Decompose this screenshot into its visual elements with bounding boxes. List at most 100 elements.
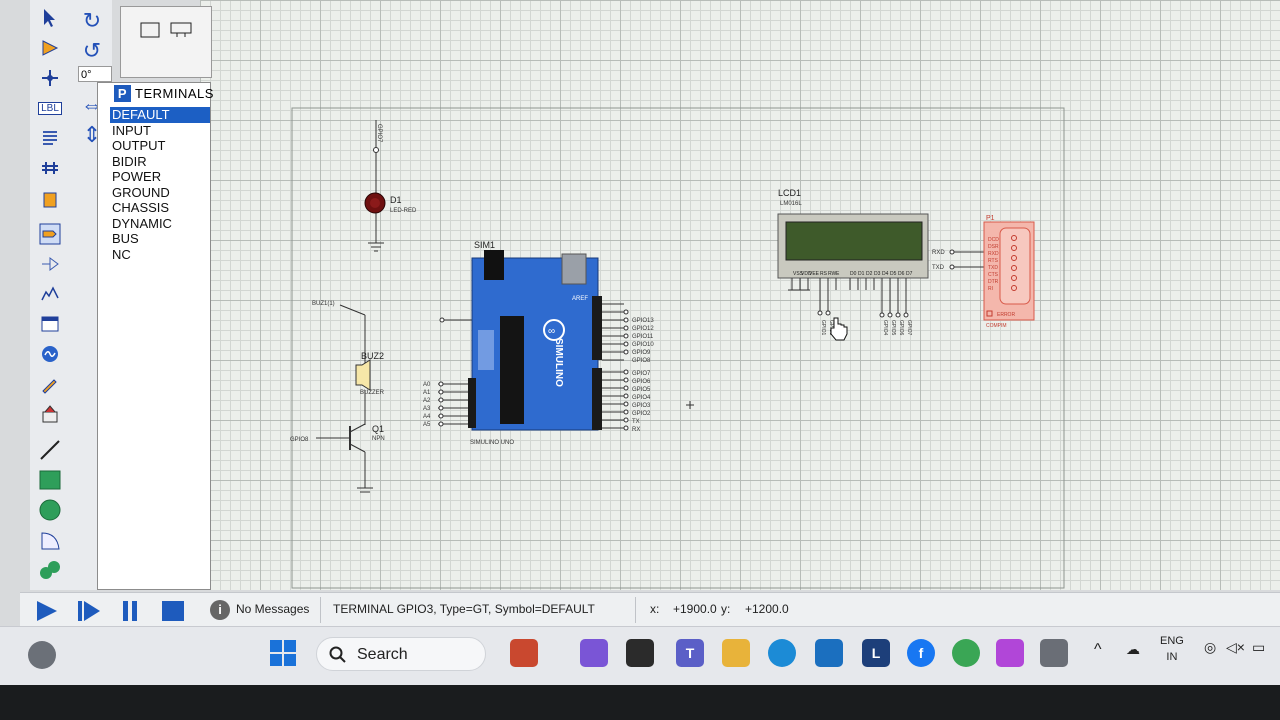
taskbar-search[interactable]: Search	[316, 637, 486, 671]
svg-text:D1: D1	[858, 271, 865, 277]
info-icon[interactable]: i	[210, 600, 230, 620]
start-button[interactable]	[269, 639, 297, 667]
linkedin-icon[interactable]: L	[862, 639, 890, 667]
svg-text:VEE: VEE	[809, 271, 820, 277]
notepad-icon[interactable]	[626, 639, 654, 667]
svg-text:DTR: DTR	[988, 279, 999, 285]
line-tool-icon[interactable]	[36, 438, 64, 462]
generator-mode-icon[interactable]	[36, 342, 64, 366]
store-icon[interactable]	[510, 639, 538, 667]
stop-button[interactable]	[160, 599, 186, 623]
teams-icon[interactable]: T	[676, 639, 704, 667]
svg-text:D4: D4	[882, 271, 889, 277]
copilot-icon[interactable]	[580, 639, 608, 667]
canva-icon[interactable]	[996, 639, 1024, 667]
svg-text:NPN: NPN	[372, 436, 385, 442]
svg-text:A1: A1	[423, 390, 431, 396]
rotate-clockwise-icon[interactable]: ↻	[78, 8, 106, 34]
volume-icon[interactable]: ◁×	[1226, 639, 1245, 656]
selector-item-bus[interactable]: BUS	[110, 231, 210, 247]
analog-pin-terminals[interactable]: A0 A1 A2 A3 A4 A5	[423, 317, 472, 428]
mode-toolbar: LBL	[30, 0, 71, 590]
y-coordinate: +1200.0	[745, 602, 789, 616]
rotation-angle-field[interactable]: 0°	[78, 66, 112, 82]
battery-icon[interactable]: ▭	[1252, 639, 1265, 656]
gpio-terminals-bottom[interactable]: GPIO7 GPIO6 GPIO5 GPIO4 GPIO3 GPIO2 TX R…	[602, 369, 651, 433]
svg-text:RXD: RXD	[932, 250, 945, 256]
svg-text:∞: ∞	[548, 326, 555, 337]
language-indicator[interactable]: ENG IN	[1160, 635, 1184, 663]
buzzer-net: BUZ1(1)	[312, 301, 335, 307]
box-tool-icon[interactable]	[36, 468, 64, 492]
led-d1[interactable]: GPIO7 D1 LED-RED	[364, 120, 417, 252]
svg-text:RTS: RTS	[988, 258, 999, 264]
svg-text:GPIO4: GPIO4	[632, 395, 651, 401]
play-button[interactable]	[34, 599, 60, 623]
buses-mode-icon[interactable]	[36, 156, 64, 180]
svg-text:P1: P1	[986, 215, 995, 222]
status-divider	[635, 597, 636, 623]
path-tool-icon[interactable]	[36, 558, 64, 582]
probe-mode-icon[interactable]	[36, 372, 64, 396]
svg-text:RXD: RXD	[988, 251, 999, 257]
device-pins-mode-icon[interactable]	[36, 252, 64, 276]
terminals-mode-icon[interactable]	[36, 222, 64, 246]
compim-p1[interactable]: RXD TXD P1 DCD DSR RXD RTS TXD CTS DTR R…	[932, 215, 1035, 329]
graph-mode-icon[interactable]	[36, 282, 64, 306]
messages-status[interactable]: No Messages	[236, 602, 309, 616]
buzzer-buz2[interactable]: BUZ1(1) BUZ2 BUZZER	[312, 301, 385, 425]
junction-dot-icon[interactable]	[36, 66, 64, 90]
selector-item-bidir[interactable]: BIDIR	[110, 154, 210, 170]
svg-text:AREF: AREF	[572, 296, 588, 302]
svg-text:Q1: Q1	[372, 424, 384, 434]
facebook-icon[interactable]: f	[907, 639, 935, 667]
svg-text:GPIO7: GPIO7	[376, 124, 382, 143]
selector-item-nc[interactable]: NC	[110, 247, 210, 263]
status-divider	[320, 597, 321, 623]
selector-item-dynamic[interactable]: DYNAMIC	[110, 216, 210, 232]
taskbar: Search T L f ^ ☁ ENG IN ◎ ◁× ▭	[0, 626, 1280, 685]
cloud-icon[interactable]: ☁	[1126, 641, 1140, 658]
gpio-terminals-top[interactable]: GPIO13 GPIO12 GPIO11 GPIO10 GPIO9 GPIO8	[602, 303, 654, 364]
virtual-instrument-icon[interactable]	[36, 402, 64, 426]
tape-recorder-icon[interactable]	[36, 312, 64, 336]
chrome-icon[interactable]	[952, 639, 980, 667]
select-mode-icon[interactable]	[36, 6, 64, 30]
proteus-icon[interactable]	[1040, 639, 1068, 667]
component-mode-icon[interactable]	[36, 36, 64, 60]
lcd-lcd1[interactable]: LCD1 LM016L VSS VDD VEE RS RW E D0 D1 D2…	[777, 188, 929, 336]
pause-button[interactable]	[118, 599, 144, 623]
object-info: TERMINAL GPIO3, Type=GT, Symbol=DEFAULT	[333, 602, 595, 616]
selector-item-power[interactable]: POWER	[110, 169, 210, 185]
text-script-icon[interactable]	[36, 126, 64, 150]
svg-text:TXD: TXD	[988, 265, 998, 271]
pick-devices-button[interactable]: P	[114, 85, 131, 102]
rotate-anticlockwise-icon[interactable]: ↺	[78, 38, 106, 64]
selector-item-ground[interactable]: GROUND	[110, 185, 210, 201]
step-button[interactable]	[76, 599, 102, 623]
x-label: x:	[650, 602, 660, 616]
svg-text:GPIO12: GPIO12	[632, 326, 654, 332]
circle-tool-icon[interactable]	[36, 498, 64, 522]
subcircuit-mode-icon[interactable]	[36, 188, 64, 212]
file-explorer-icon[interactable]	[722, 639, 750, 667]
selector-item-chassis[interactable]: CHASSIS	[110, 200, 210, 216]
microsoft-store-icon[interactable]	[815, 639, 843, 667]
selector-item-default[interactable]: DEFAULT	[110, 107, 210, 123]
network-icon[interactable]: ◎	[1204, 639, 1216, 656]
schematic-canvas[interactable]: GPIO7 D1 LED-RED BUZ1(1) BUZ2 BUZZER GPI…	[200, 0, 1280, 590]
chevron-up-icon[interactable]: ^	[1094, 641, 1102, 659]
arduino-sim1[interactable]: SIM1 ∞ SIMULINO AREF SIMULINO UNO	[468, 240, 602, 446]
wire-label-mode-icon[interactable]: LBL	[36, 96, 64, 120]
svg-text:RI: RI	[988, 286, 993, 292]
svg-text:DSR: DSR	[988, 244, 999, 250]
status-bar: i No Messages TERMINAL GPIO3, Type=GT, S…	[20, 592, 1280, 627]
selector-item-output[interactable]: OUTPUT	[110, 138, 210, 154]
arc-tool-icon[interactable]	[36, 528, 64, 552]
widgets-icon[interactable]	[28, 641, 56, 669]
transistor-q1[interactable]: GPIO8 Q1 NPN	[290, 423, 385, 493]
selector-item-input[interactable]: INPUT	[110, 123, 210, 139]
edge-icon[interactable]	[768, 639, 796, 667]
terminals-selector: P TERMINALS DEFAULT INPUT OUTPUT BIDIR P…	[97, 82, 213, 590]
svg-text:SIMULINO: SIMULINO	[553, 338, 564, 387]
